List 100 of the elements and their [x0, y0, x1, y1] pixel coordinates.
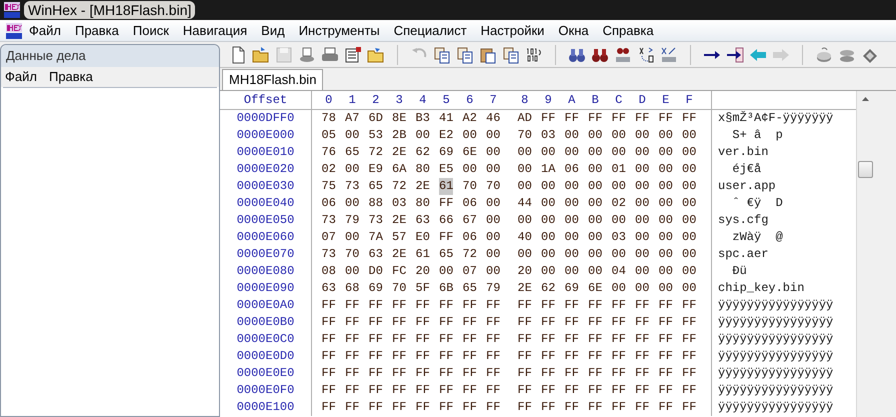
hex-byte[interactable]: 00 — [658, 246, 673, 263]
hex-byte[interactable]: FF — [682, 382, 696, 399]
hex-byte[interactable]: 00 — [564, 178, 579, 195]
hex-byte[interactable]: 06 — [322, 195, 336, 212]
hex-byte[interactable]: 7A — [368, 229, 383, 246]
hex-byte[interactable]: FF — [635, 382, 650, 399]
hex-byte[interactable]: FF — [345, 331, 360, 348]
hex-byte[interactable]: E9 — [368, 161, 383, 178]
hex-byte[interactable]: FF — [322, 348, 336, 365]
hex-byte[interactable]: FF — [612, 110, 626, 127]
hex-byte[interactable]: FF — [368, 399, 383, 416]
file-tab[interactable]: MH18Flash.bin — [222, 69, 324, 90]
hex-byte[interactable]: FF — [682, 297, 696, 314]
hex-byte[interactable]: B3 — [416, 110, 430, 127]
hex-byte[interactable]: 07 — [462, 263, 477, 280]
hex-replace-icon[interactable] — [660, 46, 678, 64]
hex-byte[interactable]: FF — [392, 297, 406, 314]
hex-byte[interactable]: FF — [564, 331, 579, 348]
hex-byte[interactable]: FF — [462, 348, 477, 365]
hex-byte[interactable]: 61 — [439, 178, 454, 195]
hex-byte[interactable]: FF — [486, 399, 500, 416]
hex-byte[interactable]: 00 — [486, 127, 500, 144]
hex-byte[interactable]: FF — [392, 382, 406, 399]
hex-byte[interactable]: 04 — [612, 263, 626, 280]
hex-byte[interactable]: FF — [462, 382, 477, 399]
hex-byte[interactable]: FF — [322, 297, 336, 314]
hex-byte[interactable]: 75 — [322, 178, 336, 195]
menu-item[interactable]: Поиск — [126, 20, 176, 40]
hex-byte[interactable]: 03 — [392, 195, 406, 212]
hex-byte[interactable]: 00 — [486, 195, 500, 212]
paste-icon[interactable] — [479, 46, 497, 64]
hex-byte[interactable]: FF — [612, 365, 626, 382]
hex-byte[interactable]: 00 — [486, 144, 500, 161]
hex-byte[interactable]: 02 — [322, 161, 336, 178]
hex-byte[interactable]: 00 — [541, 246, 556, 263]
hex-byte[interactable]: FF — [416, 382, 430, 399]
hex-byte[interactable]: FF — [682, 110, 696, 127]
hex-byte[interactable]: FF — [588, 399, 602, 416]
hex-byte[interactable]: 41 — [439, 110, 454, 127]
hex-byte[interactable]: FF — [462, 297, 477, 314]
hex-byte[interactable]: FF — [658, 348, 673, 365]
menu-item[interactable]: Справка — [596, 20, 661, 40]
menu-item[interactable]: Окна — [551, 20, 596, 40]
hex-byte[interactable]: 6E — [462, 144, 477, 161]
hex-byte[interactable]: D0 — [368, 263, 383, 280]
hex-byte[interactable]: FF — [368, 365, 383, 382]
hex-byte[interactable]: FF — [345, 365, 360, 382]
hex-byte[interactable]: 70 — [518, 127, 532, 144]
replace-icon[interactable] — [637, 46, 655, 64]
hex-byte[interactable]: FF — [518, 331, 532, 348]
hex-byte[interactable]: FF — [658, 110, 673, 127]
hex-byte[interactable]: FF — [541, 297, 556, 314]
hex-byte[interactable]: FC — [392, 263, 406, 280]
hex-byte[interactable]: 00 — [564, 263, 579, 280]
hex-byte[interactable]: 80 — [416, 161, 430, 178]
hex-byte[interactable]: 00 — [345, 127, 360, 144]
hex-byte[interactable]: FF — [518, 314, 532, 331]
hex-byte[interactable]: 44 — [518, 195, 532, 212]
hex-byte[interactable]: 00 — [658, 195, 673, 212]
hex-byte[interactable]: FF — [345, 314, 360, 331]
hex-byte[interactable]: 00 — [518, 212, 532, 229]
hex-byte[interactable]: 80 — [416, 195, 430, 212]
hex-byte[interactable]: 00 — [635, 212, 650, 229]
disk-drive-icon[interactable] — [815, 46, 833, 64]
hex-byte[interactable]: 06 — [462, 229, 477, 246]
menu-item[interactable]: Вид — [254, 20, 292, 40]
menu-item[interactable]: Специалист — [386, 20, 474, 40]
hex-byte[interactable]: 6B — [439, 280, 454, 297]
hex-byte[interactable]: FF — [612, 399, 626, 416]
hex-byte[interactable]: 00 — [486, 161, 500, 178]
hex-byte[interactable]: FF — [682, 331, 696, 348]
panel-menu-item[interactable]: Правка — [48, 67, 93, 87]
hex-byte[interactable]: FF — [486, 365, 500, 382]
menu-item[interactable]: Файл — [22, 20, 68, 40]
menu-item[interactable]: Правка — [68, 20, 126, 40]
hex-byte[interactable]: FF — [518, 382, 532, 399]
hex-byte[interactable]: FF — [518, 365, 532, 382]
hex-byte[interactable]: 72 — [368, 144, 383, 161]
hex-byte[interactable]: 00 — [439, 263, 454, 280]
hex-byte[interactable]: FF — [658, 314, 673, 331]
hex-byte[interactable]: FF — [564, 365, 579, 382]
open-folder-icon[interactable] — [252, 46, 270, 64]
hex-byte[interactable]: 00 — [416, 127, 430, 144]
hex-byte[interactable]: 69 — [439, 144, 454, 161]
hex-byte[interactable]: FF — [462, 331, 477, 348]
hex-byte[interactable]: FF — [635, 365, 650, 382]
hex-byte[interactable]: 00 — [564, 212, 579, 229]
hex-byte[interactable]: 00 — [564, 246, 579, 263]
hex-byte[interactable]: FF — [368, 382, 383, 399]
hex-byte[interactable]: FF — [541, 110, 556, 127]
hex-byte[interactable]: 78 — [322, 110, 336, 127]
hex-byte[interactable]: FF — [486, 331, 500, 348]
hex-byte[interactable]: 05 — [322, 127, 336, 144]
hex-byte[interactable]: 00 — [635, 263, 650, 280]
hex-byte[interactable]: 00 — [588, 178, 602, 195]
hex-byte[interactable]: 73 — [322, 246, 336, 263]
hex-byte[interactable]: 73 — [368, 212, 383, 229]
hex-byte[interactable]: FF — [392, 365, 406, 382]
hex-byte[interactable]: FF — [588, 348, 602, 365]
hex-byte[interactable]: 8E — [392, 110, 406, 127]
